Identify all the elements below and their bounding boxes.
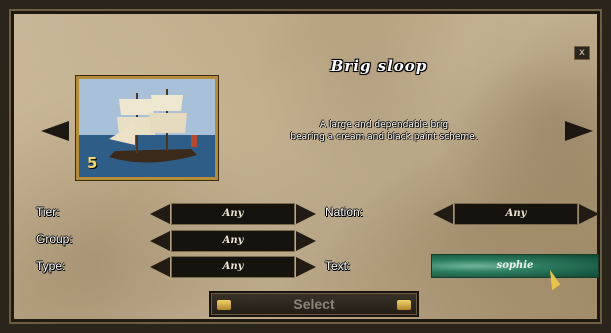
type-next-arrow-icon[interactable] [296, 257, 316, 277]
ship-image [79, 79, 215, 177]
description-line-2: bearing a cream and black paint scheme. [290, 132, 478, 142]
nation-value[interactable]: Any [454, 203, 578, 225]
tier-selector: Any [150, 203, 316, 225]
gold-ornament-left-icon [217, 300, 231, 310]
select-button[interactable]: Select [209, 291, 419, 317]
next-ship-arrow-icon[interactable] [565, 121, 593, 141]
type-label: Type: [36, 259, 66, 273]
group-selector: Any [150, 230, 316, 252]
group-label: Group: [36, 232, 73, 246]
ship-description: A large and dependable brig bearing a cr… [259, 119, 509, 143]
close-icon[interactable]: x [574, 46, 590, 60]
type-selector: Any [150, 256, 316, 278]
select-button-label: Select [293, 296, 335, 312]
tier-next-arrow-icon[interactable] [296, 204, 316, 224]
ship-selection-dialog: Brig sloop x 5 A large and dependable br… [0, 0, 611, 333]
tier-label: Tier: [36, 205, 60, 219]
ship-title: Brig sloop [330, 57, 428, 75]
tier-badge: 5 [87, 154, 98, 172]
group-prev-arrow-icon[interactable] [150, 231, 170, 251]
nation-label: Nation: [325, 205, 364, 219]
previous-ship-arrow-icon[interactable] [41, 121, 69, 141]
nation-prev-arrow-icon[interactable] [433, 204, 453, 224]
gold-ornament-right-icon [397, 300, 411, 310]
text-search-input[interactable]: sophie [431, 254, 599, 278]
type-value[interactable]: Any [171, 256, 295, 278]
group-value[interactable]: Any [171, 230, 295, 252]
tier-value[interactable]: Any [171, 203, 295, 225]
nation-next-arrow-icon[interactable] [579, 204, 599, 224]
ship-portrait: 5 [76, 76, 218, 180]
nation-selector: Any [433, 203, 599, 225]
group-next-arrow-icon[interactable] [296, 231, 316, 251]
tier-prev-arrow-icon[interactable] [150, 204, 170, 224]
description-line-1: A large and dependable brig [319, 120, 449, 130]
text-label: Text: [325, 259, 351, 273]
type-prev-arrow-icon[interactable] [150, 257, 170, 277]
